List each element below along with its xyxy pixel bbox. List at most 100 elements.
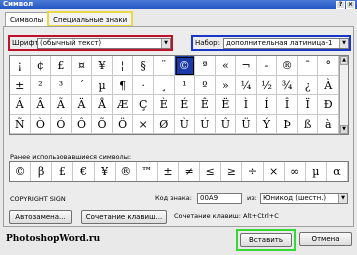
symbol-cell[interactable]: ¹	[174, 75, 196, 95]
symbol-cell[interactable]: ¥	[92, 56, 113, 76]
symbol-cell[interactable]: È	[153, 95, 175, 115]
symbol-cell[interactable]: Ó	[51, 114, 72, 134]
symbol-cell[interactable]: §	[133, 56, 154, 76]
symbol-cell[interactable]: Ô	[71, 114, 93, 134]
symbol-cell[interactable]: Ü	[236, 114, 257, 134]
symbol-cell[interactable]: ¸	[153, 75, 175, 95]
scroll-up-icon[interactable]: ▲	[340, 56, 348, 65]
recent-symbol-cell[interactable]: ®	[116, 162, 137, 181]
recent-symbol-cell[interactable]: ∞	[285, 162, 306, 181]
symbol-cell[interactable]: Þ	[277, 114, 298, 134]
symbol-cell[interactable]: ¦	[112, 56, 134, 76]
symbol-cell[interactable]: Á	[10, 95, 31, 115]
symbol-cell[interactable]: Ä	[71, 95, 93, 115]
symbol-cell[interactable]: Û	[215, 114, 237, 134]
symbol-cell[interactable]: Æ	[112, 95, 134, 115]
chevron-down-icon[interactable]: ▼	[161, 39, 170, 48]
help-button[interactable]: ?	[336, 0, 345, 9]
symbol-cell[interactable]: Ð	[318, 95, 339, 115]
symbol-cell[interactable]: ½	[256, 75, 278, 95]
shortcut-key-button[interactable]: Сочетание клавиш...	[81, 210, 167, 224]
symbol-cell[interactable]: ¶	[112, 75, 134, 95]
subset-selector-group: Набор: дополнительная латиница-1 ▼	[191, 35, 351, 51]
symbol-cell[interactable]: Í	[256, 95, 278, 115]
scroll-down-icon[interactable]: ▼	[340, 125, 348, 134]
symbol-cell[interactable]: ¾	[277, 75, 298, 95]
symbol-cell[interactable]: À	[318, 75, 339, 95]
recent-symbol-cell[interactable]: ™	[137, 162, 158, 181]
cancel-button[interactable]: Отмена	[299, 232, 352, 246]
recent-symbol-cell[interactable]: α	[327, 162, 348, 181]
recent-symbol-cell[interactable]: ¥	[95, 162, 116, 181]
symbol-cell[interactable]: ¬	[236, 56, 257, 76]
recent-symbol-cell[interactable]: µ	[306, 162, 327, 181]
symbol-cell[interactable]: Ã	[51, 95, 72, 115]
symbol-cell[interactable]: Ú	[195, 114, 216, 134]
recent-symbol-cell[interactable]: ±	[158, 162, 179, 181]
close-button[interactable]: ×	[346, 0, 355, 9]
symbol-cell[interactable]: ¡	[10, 56, 31, 76]
symbol-cell[interactable]: ®	[277, 56, 298, 76]
autocorrect-button[interactable]: Автозамена...	[9, 210, 72, 224]
recent-symbol-cell[interactable]: ≤	[200, 162, 222, 181]
recent-symbol-cell[interactable]: ÷	[242, 162, 264, 181]
symbol-cell[interactable]: Ù	[174, 114, 196, 134]
chevron-down-icon[interactable]: ▼	[339, 39, 348, 48]
tab-symbols[interactable]: Символы	[5, 12, 49, 26]
char-code-input[interactable]: 00A9	[197, 193, 242, 204]
grid-scrollbar[interactable]: ▲ ▼	[339, 56, 348, 134]
symbol-cell[interactable]: -	[256, 56, 278, 76]
symbol-cell[interactable]: É	[174, 95, 196, 115]
symbol-cell[interactable]: ²	[30, 75, 52, 95]
symbol-cell[interactable]: ×	[133, 114, 154, 134]
symbol-cell[interactable]: ©	[174, 56, 196, 76]
symbol-cell[interactable]: ³	[51, 75, 72, 95]
symbol-grid: ¡ ¢ £ ¤ ¥ ¦ § ¨ © ª «¬ - ® ¯ ° ± ² ³ ´ µ ¶ · ¸ ¹ º» ¼ ½ ¾ ¿ À Á Â Ã Ä Å Æ Ç È…	[9, 55, 349, 135]
symbol-cell[interactable]: Â	[30, 95, 52, 115]
symbol-cell[interactable]: º	[195, 75, 216, 95]
chevron-down-icon[interactable]: ▼	[338, 194, 347, 203]
symbol-cell[interactable]: Î	[277, 95, 298, 115]
recent-symbol-cell[interactable]: ≠	[179, 162, 201, 181]
symbol-cell[interactable]: Ñ	[10, 114, 31, 134]
recent-symbol-cell[interactable]: ©	[10, 162, 32, 181]
symbol-cell[interactable]: Ø	[153, 114, 175, 134]
symbol-cell[interactable]: Ç	[133, 95, 154, 115]
symbol-cell[interactable]: Ï	[297, 95, 319, 115]
symbol-cell[interactable]: £	[51, 56, 72, 76]
symbol-cell[interactable]: °	[318, 56, 339, 76]
symbol-cell[interactable]: ß	[297, 114, 319, 134]
symbol-cell[interactable]: ¤	[71, 56, 93, 76]
symbol-cell[interactable]: «	[215, 56, 237, 76]
symbol-cell[interactable]: ´	[71, 75, 93, 95]
symbol-cell[interactable]: ¨	[153, 56, 175, 76]
recent-symbol-cell[interactable]: ≥	[221, 162, 243, 181]
symbol-cell[interactable]: »	[215, 75, 237, 95]
symbol-cell[interactable]: ·	[133, 75, 154, 95]
symbol-cell[interactable]: Ò	[30, 114, 52, 134]
symbol-cell[interactable]: Ý	[256, 114, 278, 134]
symbol-cell[interactable]: ª	[195, 56, 216, 76]
font-dropdown[interactable]: (обычный текст) ▼	[37, 38, 171, 49]
symbol-cell[interactable]: µ	[92, 75, 113, 95]
subset-dropdown[interactable]: дополнительная латиница-1 ▼	[223, 38, 349, 49]
symbol-cell[interactable]: Ë	[215, 95, 237, 115]
encoding-dropdown[interactable]: Юникод (шестн.) ▼	[260, 193, 348, 204]
recent-symbol-cell[interactable]: €	[73, 162, 95, 181]
symbol-cell[interactable]: ¿	[297, 75, 319, 95]
tab-special-characters[interactable]: Специальные знаки	[47, 11, 134, 27]
symbol-cell[interactable]: ±	[10, 75, 31, 95]
symbol-cell[interactable]: à	[318, 114, 339, 134]
symbol-cell[interactable]: ¼	[236, 75, 257, 95]
symbol-cell[interactable]: Õ	[92, 114, 113, 134]
recent-symbol-cell[interactable]: ×	[264, 162, 285, 181]
symbol-cell[interactable]: Ê	[195, 95, 216, 115]
symbol-cell[interactable]: ¢	[30, 56, 52, 76]
symbol-cell[interactable]: Ö	[112, 114, 134, 134]
insert-button[interactable]: Вставить	[240, 233, 292, 247]
symbol-cell[interactable]: Ì	[236, 95, 257, 115]
recent-symbol-cell[interactable]: β	[31, 162, 53, 181]
recent-symbol-cell[interactable]: £	[52, 162, 74, 181]
symbol-cell[interactable]: ¯	[297, 56, 319, 76]
symbol-cell[interactable]: Å	[92, 95, 113, 115]
